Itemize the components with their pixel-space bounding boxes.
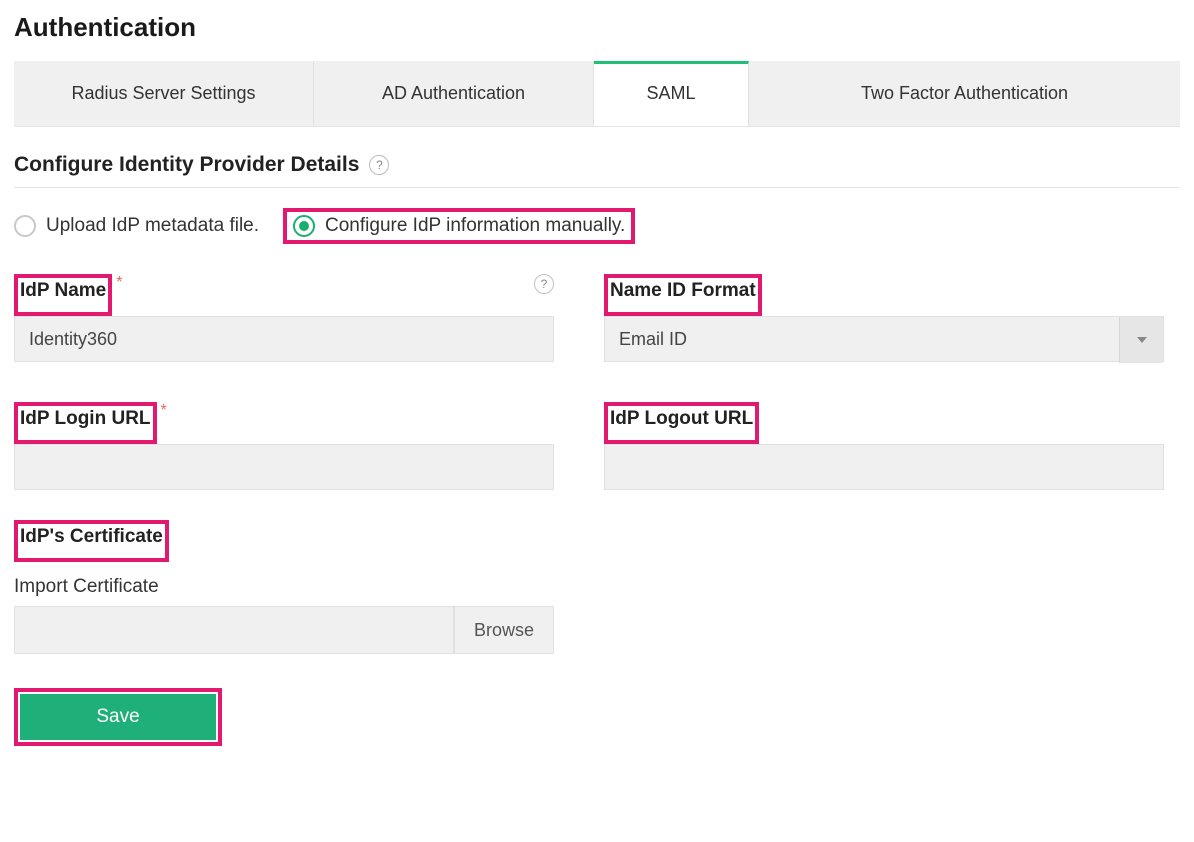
label-import-certificate: Import Certificate xyxy=(14,576,554,598)
label-idp-certificate: IdP's Certificate xyxy=(20,526,163,548)
radio-manual-label: Configure IdP information manually. xyxy=(325,215,625,237)
label-name-id-format: Name ID Format xyxy=(610,280,756,302)
input-idp-login-url[interactable] xyxy=(14,444,554,490)
radio-icon xyxy=(14,215,36,237)
browse-button[interactable]: Browse xyxy=(454,606,554,654)
tab-ad[interactable]: AD Authentication xyxy=(314,61,594,126)
highlight-box: Name ID Format xyxy=(604,274,762,316)
field-idp-login-url: IdP Login URL * xyxy=(14,402,554,490)
radio-icon xyxy=(293,215,315,237)
highlight-box: IdP Name xyxy=(14,274,112,316)
page-title: Authentication xyxy=(14,12,1180,43)
tab-tfa[interactable]: Two Factor Authentication xyxy=(749,61,1180,126)
input-idp-name[interactable] xyxy=(14,316,554,362)
select-value: Email ID xyxy=(619,329,687,350)
radio-upload-label: Upload IdP metadata file. xyxy=(46,215,259,237)
section-title: Configure Identity Provider Details xyxy=(14,153,359,177)
chevron-down-icon[interactable] xyxy=(1119,317,1163,363)
field-idp-name: IdP Name * ? xyxy=(14,274,554,362)
label-idp-logout-url: IdP Logout URL xyxy=(610,408,753,430)
input-import-certificate[interactable] xyxy=(14,606,454,654)
field-name-id-format: Name ID Format Email ID xyxy=(604,274,1164,362)
help-icon[interactable]: ? xyxy=(369,155,389,175)
label-idp-name: IdP Name xyxy=(20,280,106,302)
highlight-box: IdP's Certificate xyxy=(14,520,169,562)
input-idp-logout-url[interactable] xyxy=(604,444,1164,490)
highlight-box: IdP Logout URL xyxy=(604,402,759,444)
field-idp-logout-url: IdP Logout URL xyxy=(604,402,1164,490)
certificate-section: IdP's Certificate Import Certificate Bro… xyxy=(14,520,554,654)
help-icon[interactable]: ? xyxy=(534,274,554,294)
save-button[interactable]: Save xyxy=(20,694,216,740)
highlight-box: Configure IdP information manually. xyxy=(283,208,635,244)
highlight-box: IdP Login URL xyxy=(14,402,157,444)
import-certificate-row: Browse xyxy=(14,606,554,654)
label-idp-login-url: IdP Login URL xyxy=(20,408,151,430)
tabs: Radius Server Settings AD Authentication… xyxy=(14,61,1180,127)
section-header: Configure Identity Provider Details ? xyxy=(14,153,1180,188)
required-mark: * xyxy=(161,402,167,420)
tab-radius[interactable]: Radius Server Settings xyxy=(14,61,314,126)
radio-upload-metadata[interactable]: Upload IdP metadata file. xyxy=(14,215,259,237)
select-name-id-format[interactable]: Email ID xyxy=(604,316,1164,362)
radio-configure-manually[interactable]: Configure IdP information manually. xyxy=(293,215,625,237)
config-mode-radio-group: Upload IdP metadata file. Configure IdP … xyxy=(14,208,1180,244)
highlight-box: Save xyxy=(14,688,222,746)
tab-saml[interactable]: SAML xyxy=(594,61,749,126)
required-mark: * xyxy=(116,274,122,292)
